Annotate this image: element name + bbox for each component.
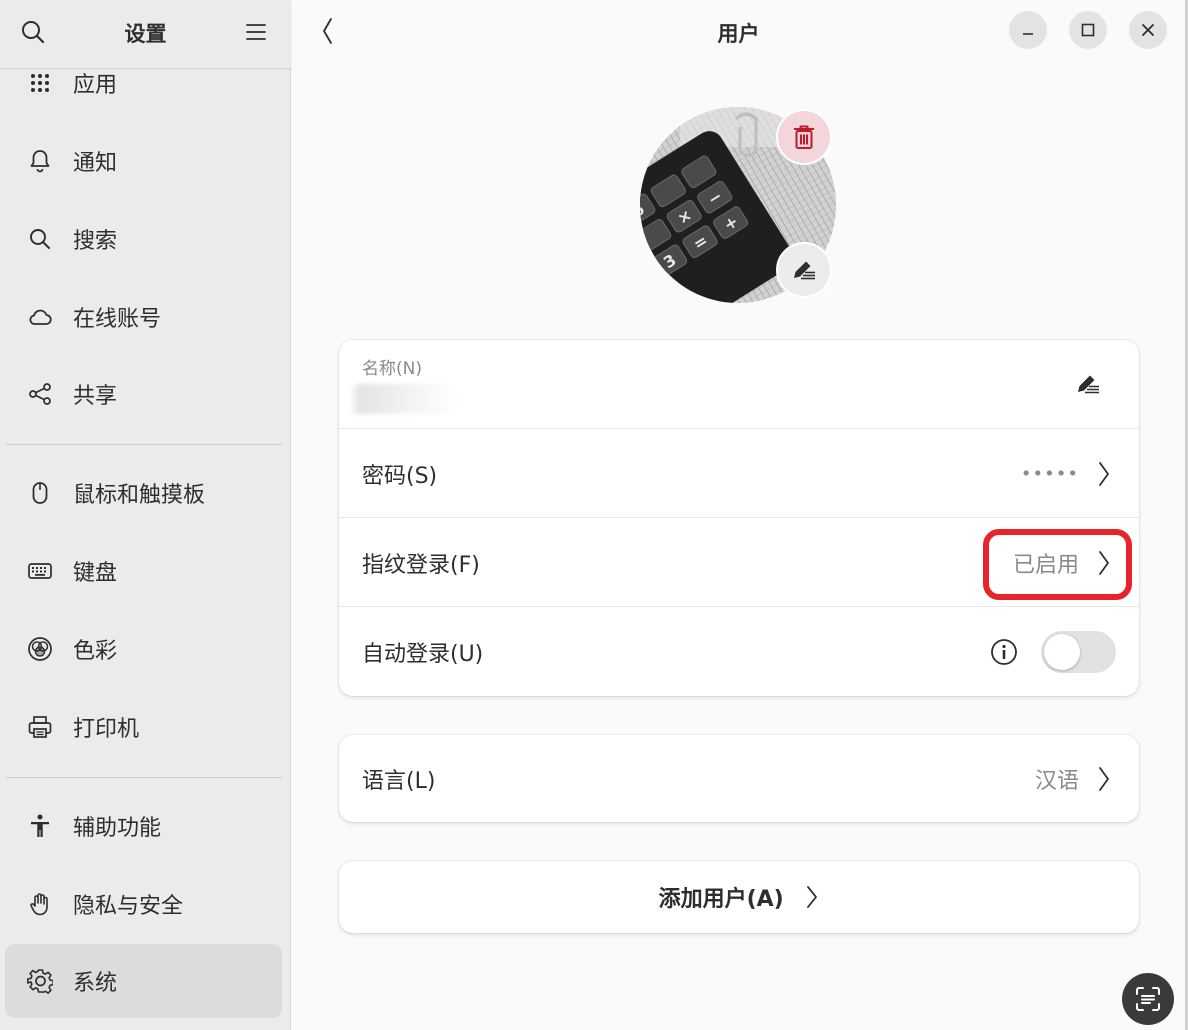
- scan-icon: [1136, 987, 1160, 1011]
- info-icon[interactable]: [990, 638, 1018, 666]
- maximize-icon: [1081, 23, 1095, 37]
- bell-icon: [30, 150, 50, 173]
- chevron-right-icon: [1099, 461, 1109, 486]
- sidebar-item-label: 打印机: [73, 717, 140, 742]
- password-row[interactable]: 密码(S) •••••: [339, 429, 1139, 518]
- password-value: •••••: [1020, 463, 1079, 484]
- sidebar-item-label: 在线账号: [73, 307, 162, 332]
- autologin-label: 自动登录(U): [362, 641, 484, 667]
- sidebar-item-label: 辅助功能: [73, 816, 162, 841]
- chevron-right-icon: [807, 886, 818, 908]
- printer-icon: [28, 716, 52, 738]
- cloud-icon: [29, 309, 52, 325]
- edit-pencil-icon: [794, 261, 815, 280]
- color-icon: [28, 637, 52, 661]
- sidebar-item-privacy[interactable]: 隐私与安全: [5, 867, 282, 941]
- sidebar-item-keyboard[interactable]: 键盘: [5, 534, 282, 608]
- name-caption: 名称(N): [362, 359, 422, 379]
- close-icon: [1142, 24, 1154, 36]
- sidebar-item-label: 应用: [73, 73, 118, 98]
- sidebar-item-search[interactable]: 搜索: [5, 202, 282, 276]
- trash-icon: [794, 125, 814, 149]
- sidebar: 应用 通知 搜索 在线账号 共享 鼠标和触摸板 键盘 色彩 打印机 辅助功能 隐…: [0, 0, 291, 1030]
- apps-grid-icon: [31, 74, 49, 92]
- add-user-button[interactable]: 添加用户(A): [339, 861, 1139, 933]
- close-button[interactable]: [1129, 11, 1167, 49]
- minimize-icon: [1023, 33, 1033, 35]
- sidebar-item-label: 键盘: [73, 561, 118, 586]
- edit-name-icon[interactable]: [1075, 372, 1101, 396]
- language-label: 语言(L): [362, 768, 436, 794]
- mouse-icon: [32, 482, 48, 504]
- sidebar-item-label: 色彩: [73, 639, 118, 664]
- sidebar-header: 设置: [0, 0, 291, 68]
- sidebar-item-label: 通知: [73, 151, 118, 176]
- accessibility-icon: [31, 814, 49, 837]
- sidebar-item-printers[interactable]: 打印机: [5, 690, 282, 764]
- sidebar-item-label: 系统: [73, 971, 118, 996]
- chevron-right-icon: [1099, 766, 1109, 791]
- sidebar-item-label: 隐私与安全: [73, 894, 184, 919]
- add-user-label: 添加用户(A): [339, 881, 1139, 913]
- screenshot-button[interactable]: [1122, 973, 1174, 1025]
- name-value-redacted: [349, 384, 459, 414]
- hand-icon: [30, 893, 48, 916]
- page-title: 用户: [717, 22, 760, 46]
- sidebar-item-label: 共享: [73, 384, 118, 409]
- sidebar-item-notifications[interactable]: 通知: [5, 124, 282, 198]
- language-card: 语言(L) 汉语: [339, 735, 1139, 822]
- sidebar-item-mouse[interactable]: 鼠标和触摸板: [5, 456, 282, 530]
- delete-avatar-button[interactable]: [776, 109, 832, 165]
- edit-avatar-button[interactable]: [776, 242, 832, 298]
- sidebar-item-color[interactable]: 色彩: [5, 612, 282, 686]
- annotation-highlight-box: [983, 529, 1132, 600]
- add-user-text: 添加用户(A): [658, 887, 784, 912]
- user-details-card: 名称(N) 密码(S) ••••• 指纹登录(F) 已启用 自动登录(U): [339, 340, 1139, 696]
- password-label: 密码(S): [362, 463, 438, 489]
- sidebar-item-label: 鼠标和触摸板: [73, 483, 206, 508]
- sidebar-separator: [6, 777, 282, 778]
- hamburger-menu-icon[interactable]: [243, 19, 269, 45]
- keyboard-icon: [28, 563, 52, 579]
- maximize-button[interactable]: [1069, 11, 1107, 49]
- search-icon: [30, 229, 50, 249]
- share-icon: [29, 383, 51, 405]
- fingerprint-label: 指纹登录(F): [362, 552, 480, 578]
- name-row: 名称(N): [339, 340, 1139, 429]
- gear-icon: [27, 969, 53, 994]
- sidebar-separator: [6, 444, 282, 445]
- autologin-row: 自动登录(U): [339, 607, 1139, 696]
- autologin-toggle[interactable]: [1041, 630, 1116, 673]
- sidebar-item-label: 搜索: [73, 229, 118, 254]
- language-row[interactable]: 语言(L) 汉语: [339, 735, 1139, 822]
- sidebar-item-sharing[interactable]: 共享: [5, 357, 282, 431]
- toggle-knob: [1044, 633, 1080, 670]
- minimize-button[interactable]: [1009, 11, 1047, 49]
- sidebar-item-accessibility[interactable]: 辅助功能: [5, 789, 282, 863]
- language-value: 汉语: [1034, 768, 1079, 794]
- sidebar-item-system[interactable]: 系统: [5, 944, 282, 1018]
- sidebar-item-online-accounts[interactable]: 在线账号: [5, 280, 282, 354]
